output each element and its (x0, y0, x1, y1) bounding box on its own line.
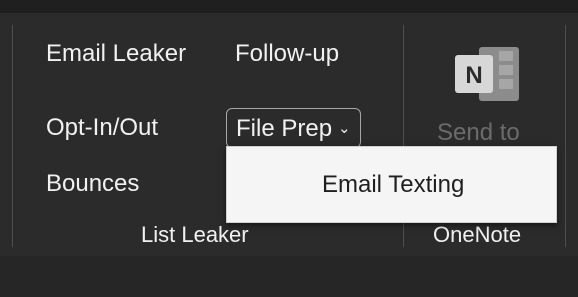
email-leaker-button[interactable]: Email Leaker (46, 37, 186, 71)
send-to-onenote-button[interactable]: Send to (437, 118, 520, 148)
group-divider-right (565, 25, 566, 247)
bounces-button[interactable]: Bounces (46, 167, 139, 201)
file-prep-label: File Prep (236, 115, 333, 142)
group-divider-left (12, 25, 13, 247)
ribbon-bottom-area (0, 256, 578, 297)
chevron-down-icon: ⌄ (338, 120, 351, 137)
menu-item-email-texting[interactable]: Email Texting (227, 147, 556, 222)
file-prep-dropdown[interactable]: File Prep ⌄ (226, 108, 361, 148)
follow-up-button[interactable]: Follow-up (235, 37, 339, 71)
onenote-icon-letter: N (465, 62, 482, 89)
onenote-icon: N (455, 47, 519, 101)
onenote-group-label: OneNote (433, 222, 522, 247)
opt-in-out-button[interactable]: Opt-In/Out (46, 111, 158, 145)
file-prep-menu: Email Texting (226, 146, 557, 223)
list-leaker-group-label: List Leaker (141, 222, 249, 247)
ribbon-top-bar (0, 0, 578, 13)
